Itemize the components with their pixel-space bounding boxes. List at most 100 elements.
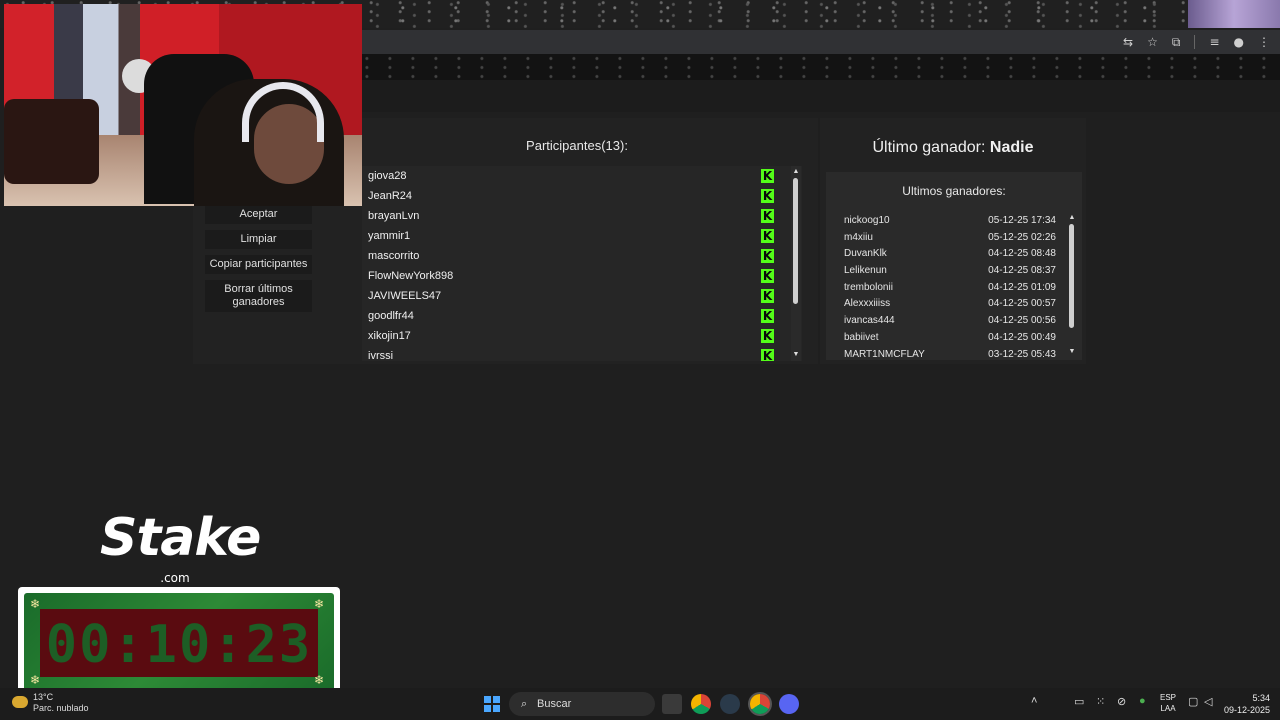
winner-date: 04-12-25 01:09	[988, 281, 1056, 293]
winner-name: DuvanKlk	[844, 248, 887, 260]
kick-icon: K	[761, 309, 774, 323]
winner-date: 05-12-25 17:34	[988, 215, 1056, 226]
kick-icon: K	[761, 209, 774, 223]
toolbar-divider	[1194, 35, 1196, 49]
winner-name: Lelikenun	[844, 265, 887, 277]
winner-date: 04-12-25 00:56	[988, 315, 1056, 327]
participant-row[interactable]: yammir1 K	[362, 226, 802, 246]
participant-row[interactable]: brayanLvn K	[362, 206, 802, 226]
participant-name: goodlfr44	[368, 310, 414, 322]
browser-toolbar: ⇆ ☆ ⧉ ≡ ● ⋮	[360, 30, 1280, 54]
apps-icon[interactable]: ⁙	[1096, 695, 1105, 708]
start-icon[interactable]	[484, 696, 500, 712]
language-indicator[interactable]: ESP LAA	[1160, 692, 1176, 714]
timer-frame: 00:10:23 ❄ ❄ ❄ ❄	[18, 587, 340, 699]
snowflake-icon: ❄	[30, 597, 41, 611]
stake-logo-suffix: .com	[160, 571, 190, 585]
participant-row[interactable]: xikojin17 K	[362, 326, 802, 346]
winner-date: 04-12-25 08:37	[988, 265, 1056, 277]
participants-scrollbar[interactable]: ▲ ▼	[791, 166, 801, 361]
display-icon[interactable]: ▢	[1188, 695, 1198, 708]
lang-top: ESP	[1160, 693, 1177, 702]
participant-row[interactable]: FlowNewYork898 K	[362, 266, 802, 286]
participant-row[interactable]: giova28 K	[362, 166, 802, 186]
chrome-icon[interactable]	[691, 694, 711, 714]
delete-winners-button[interactable]: Borrar últimos ganadores	[205, 280, 312, 312]
file-explorer-icon[interactable]	[662, 694, 682, 714]
webcam-sofa	[4, 99, 99, 184]
winner-row: ivancas444 04-12-25 00:56	[840, 313, 1070, 330]
participant-name: JAVIWEELS47	[368, 290, 442, 302]
stake-logo: Stake	[100, 508, 261, 568]
weather-icon	[12, 696, 28, 708]
bookmark-bar	[360, 54, 1280, 80]
winner-row: DuvanKlk 04-12-25 08:48	[840, 246, 1070, 263]
participant-name: ivrssi	[368, 350, 394, 361]
participant-name: giova28	[368, 170, 407, 182]
copy-participants-button[interactable]: Copiar participantes	[205, 255, 312, 274]
weather-temp: 13°C	[33, 692, 54, 702]
participant-row[interactable]: JAVIWEELS47 K	[362, 286, 802, 306]
accept-button[interactable]: Aceptar	[205, 205, 312, 224]
clock[interactable]: 5:34 09-12-2025	[1224, 692, 1270, 716]
chrome-active-icon[interactable]	[750, 694, 770, 714]
winner-row: m4xiiu 05-12-25 02:26	[840, 230, 1070, 247]
menu-icon[interactable]: ⋮	[1258, 35, 1270, 49]
participant-name: xikojin17	[368, 330, 411, 342]
star-icon[interactable]: ☆	[1147, 35, 1158, 49]
kick-icon: K	[761, 169, 774, 183]
kick-icon: K	[761, 249, 774, 263]
chevron-up-icon[interactable]: ˄	[1031, 695, 1037, 707]
scroll-thumb[interactable]	[793, 178, 798, 304]
winner-name: nickoog10	[844, 215, 890, 226]
search-label: Buscar	[537, 698, 572, 710]
winners-title: Ultimos ganadores:	[902, 184, 1006, 198]
volume-icon[interactable]: ◁	[1204, 695, 1212, 708]
winner-date: 03-12-25 05:43	[988, 348, 1056, 359]
scroll-thumb[interactable]	[1069, 224, 1074, 328]
participant-row[interactable]: goodlfr44 K	[362, 306, 802, 326]
taskbar-search[interactable]: ⌕ Buscar	[509, 692, 655, 716]
winner-row: MART1NMCFLAY 03-12-25 05:43	[840, 347, 1070, 359]
winners-scrollbar[interactable]: ▲ ▼	[1067, 212, 1077, 358]
taskbar: 13°C Parc. nublado ⌕ Buscar ˄ ▭ ⁙ ⊘ ● ESP…	[0, 688, 1280, 720]
participant-name: brayanLvn	[368, 210, 420, 222]
clock-time: 5:34	[1252, 693, 1270, 703]
scroll-up-icon[interactable]: ▲	[1067, 214, 1077, 222]
participant-row[interactable]: ivrssi K	[362, 346, 802, 361]
participants-list[interactable]: giova28 K JeanR24 K brayanLvn Kyammir1 Kmascor…	[362, 166, 802, 361]
wifi-off-icon[interactable]: ⊘	[1117, 695, 1126, 708]
participant-row[interactable]: mascorrito K	[362, 246, 802, 266]
snowflake-icon: ❄	[314, 673, 325, 687]
scroll-down-icon[interactable]: ▼	[1067, 348, 1077, 356]
clock-date: 09-12-2025	[1223, 705, 1270, 715]
winners-list[interactable]: nickoog10 05-12-25 17:34 m4xiiu 05-12-25 02…	[840, 213, 1070, 358]
winner-date: 05-12-25 02:26	[988, 231, 1056, 243]
winner-name: Alexxxiiiss	[844, 298, 891, 310]
scroll-up-icon[interactable]: ▲	[791, 168, 801, 176]
last-winner-label: Último ganador:	[872, 139, 986, 156]
media-icon[interactable]: ≡	[1209, 35, 1219, 49]
winner-row: babiivet 04-12-25 00:49	[840, 330, 1070, 347]
page-header	[360, 80, 1280, 112]
winner-name: babiivet	[844, 331, 879, 343]
extensions-icon[interactable]: ⧉	[1172, 35, 1181, 50]
winner-name: m4xiiu	[844, 231, 873, 243]
steam-icon[interactable]	[720, 694, 740, 714]
kick-icon: K	[761, 229, 774, 243]
kick-icon: K	[761, 289, 774, 303]
discord-icon[interactable]	[779, 694, 799, 714]
winner-name: MART1NMCFLAY	[844, 348, 925, 359]
participant-row[interactable]: JeanR24 K	[362, 186, 802, 206]
network-icon[interactable]: ▭	[1074, 695, 1084, 708]
lang-bottom: LAA	[1160, 704, 1176, 713]
webcam-feed	[4, 4, 362, 206]
translate-icon[interactable]: ⇆	[1123, 35, 1133, 49]
clear-button[interactable]: Limpiar	[205, 230, 312, 249]
weather-widget[interactable]: 13°C Parc. nublado	[12, 692, 89, 714]
timer-wreath: 00:10:23 ❄ ❄ ❄ ❄	[24, 593, 334, 693]
profile-icon[interactable]: ●	[1234, 35, 1244, 49]
scroll-down-icon[interactable]: ▼	[791, 351, 801, 359]
mic-icon[interactable]: ●	[1139, 695, 1146, 707]
weather-desc: Parc. nublado	[33, 703, 89, 713]
